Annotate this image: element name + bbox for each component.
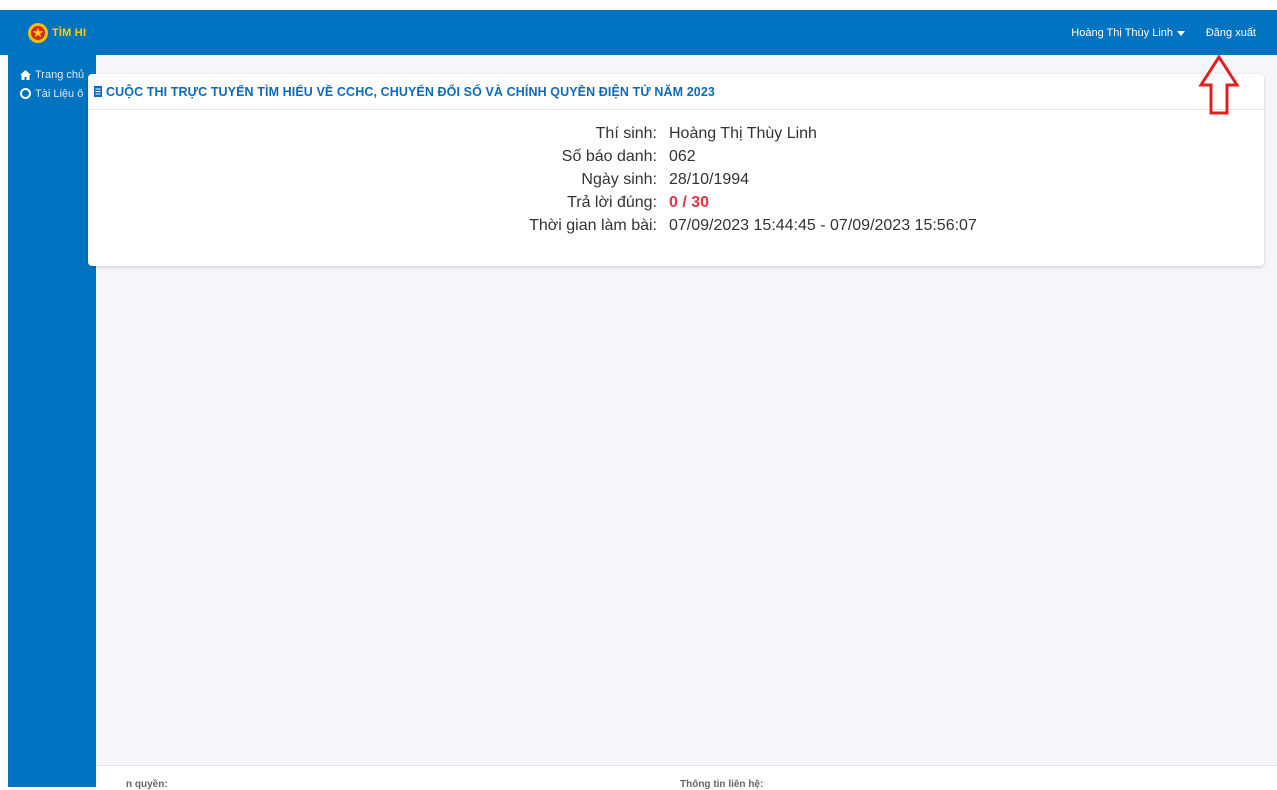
birthdate: 28/10/1994 bbox=[669, 170, 750, 188]
footer-copyright: n quyền: bbox=[126, 779, 168, 790]
sidebar-item-label: Trang chủ bbox=[35, 68, 85, 81]
caret-down-icon bbox=[1177, 30, 1185, 36]
info-row-duration: Thời gian làm bài: 07/09/2023 15:44:45 -… bbox=[88, 214, 1264, 237]
card-header: CUỘC THI TRỰC TUYẾN TÌM HIỂU VỀ CCHC, CH… bbox=[88, 74, 1264, 110]
circle-icon bbox=[20, 88, 31, 99]
sidebar: Trang chủ Tài Liệu ô bbox=[8, 55, 96, 787]
exam-duration: 07/09/2023 15:44:45 - 07/09/2023 15:56:0… bbox=[669, 216, 977, 234]
candidate-name: Hoàng Thị Thùy Linh bbox=[669, 124, 817, 142]
site-logo[interactable]: TÌM HI bbox=[27, 22, 86, 44]
info-row-score: Trả lời đúng: 0 / 30 bbox=[88, 191, 1264, 214]
document-list-icon bbox=[94, 86, 102, 97]
top-navbar: TÌM HI Hoàng Thị Thùy Linh Đăng xuất bbox=[0, 0, 1277, 55]
top-edge bbox=[0, 0, 1277, 10]
up-arrow-annotation-icon bbox=[1198, 54, 1240, 115]
candidate-info: Thí sinh: Hoàng Thị Thùy Linh Số báo dan… bbox=[88, 122, 1264, 237]
info-label: Thí sinh: bbox=[595, 124, 657, 142]
info-row-candidate-number: Số báo danh: 062 bbox=[88, 145, 1264, 168]
info-label: Ngày sinh: bbox=[581, 170, 657, 188]
home-icon bbox=[20, 69, 31, 80]
info-label: Số báo danh: bbox=[561, 147, 657, 165]
result-card: CUỘC THI TRỰC TUYẾN TÌM HIỂU VỀ CCHC, CH… bbox=[88, 74, 1264, 266]
sidebar-item-label: Tài Liệu ô bbox=[35, 87, 84, 100]
national-emblem-icon bbox=[28, 23, 48, 43]
info-label: Trả lời đúng: bbox=[567, 193, 657, 211]
user-menu-dropdown[interactable]: Hoàng Thị Thùy Linh bbox=[1071, 27, 1185, 39]
footer: n quyền: Thông tin liên hệ: bbox=[96, 765, 1277, 790]
sidebar-item-documents[interactable]: Tài Liệu ô bbox=[8, 84, 96, 103]
user-name: Hoàng Thị Thùy Linh bbox=[1071, 27, 1173, 39]
info-row-candidate: Thí sinh: Hoàng Thị Thùy Linh bbox=[88, 122, 1264, 145]
info-row-birthdate: Ngày sinh: 28/10/1994 bbox=[88, 168, 1264, 191]
candidate-number: 062 bbox=[669, 147, 696, 165]
contest-title: CUỘC THI TRỰC TUYẾN TÌM HIỂU VỀ CCHC, CH… bbox=[106, 84, 715, 99]
score-value: 0 / 30 bbox=[669, 193, 710, 211]
logout-link[interactable]: Đăng xuất bbox=[1206, 27, 1256, 39]
site-brand: TÌM HI bbox=[52, 27, 87, 39]
footer-contact: Thông tin liên hệ: bbox=[680, 779, 764, 790]
info-label: Thời gian làm bài: bbox=[529, 216, 657, 234]
sidebar-item-home[interactable]: Trang chủ bbox=[8, 65, 96, 84]
